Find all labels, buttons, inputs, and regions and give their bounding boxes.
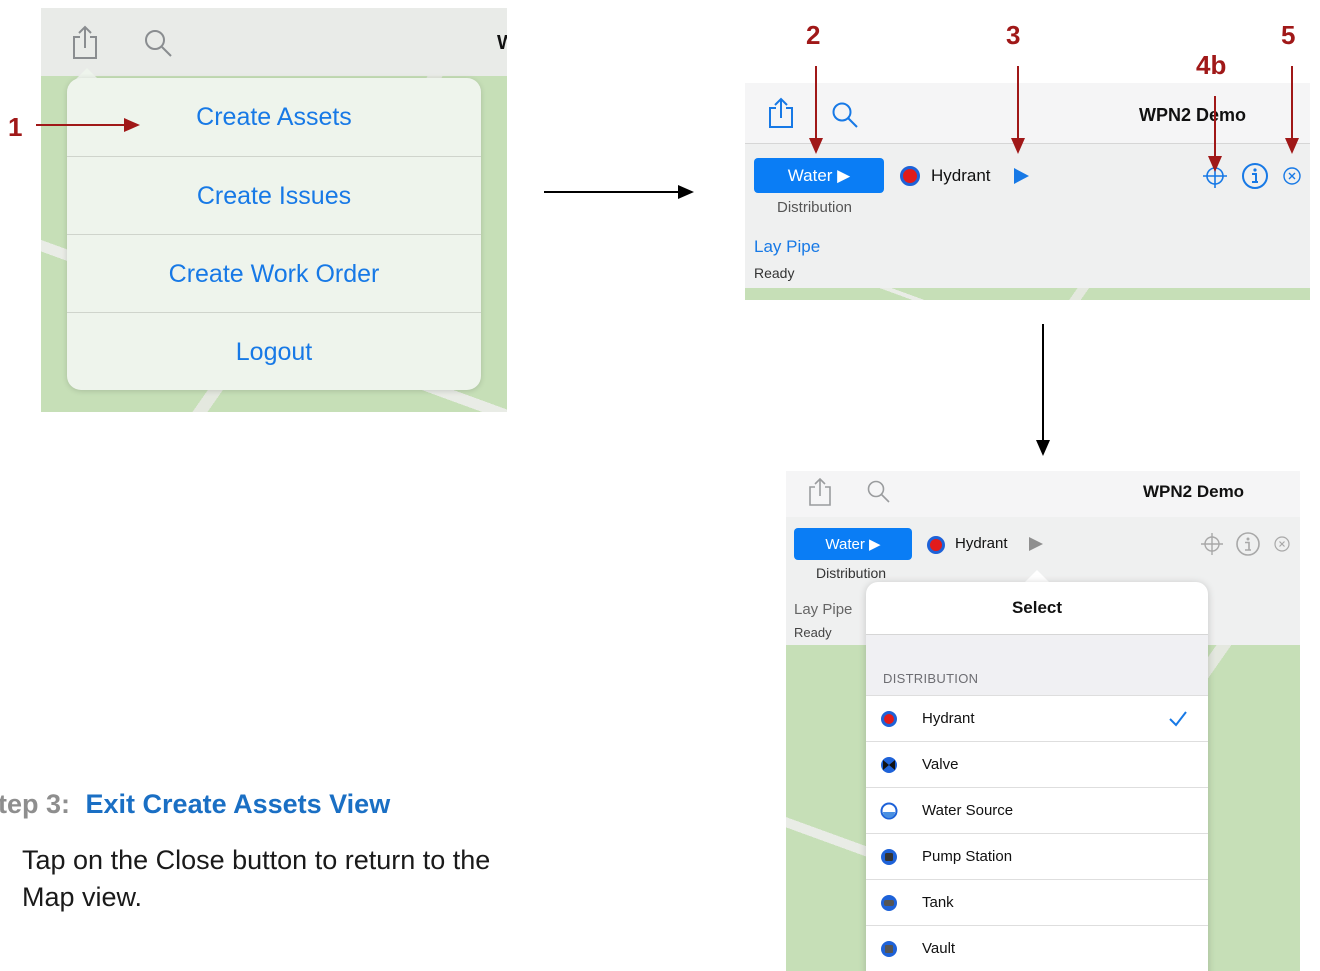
- annotation-1: 1: [8, 112, 23, 142]
- share-icon[interactable]: [71, 24, 99, 60]
- search-icon[interactable]: [866, 479, 890, 503]
- step-body-line-2: Map view.: [22, 882, 143, 912]
- annotation-arrow-4b: [1208, 96, 1222, 172]
- crosshair-icon[interactable]: [1200, 532, 1224, 556]
- section-header-bg: DISTRIBUTION: [866, 635, 1208, 695]
- pump-station-icon: [881, 849, 897, 865]
- close-icon[interactable]: [1282, 166, 1302, 186]
- lay-pipe-link[interactable]: Lay Pipe: [754, 237, 820, 257]
- annotation-arrow-3: [1011, 66, 1025, 154]
- list-item-pump-station[interactable]: Pump Station: [866, 833, 1208, 879]
- search-icon[interactable]: [831, 101, 859, 129]
- list-item-label: Tank: [922, 894, 954, 911]
- list-item-label: Hydrant: [922, 710, 975, 727]
- annotation-arrow-2: [809, 66, 823, 154]
- layer-sublabel: Distribution: [777, 199, 853, 216]
- list-item-label: Vault: [922, 940, 956, 957]
- list-item-hydrant[interactable]: Hydrant: [866, 695, 1208, 741]
- step-heading: tep 3: Exit Create Assets View: [0, 789, 390, 820]
- hydrant-icon: [927, 536, 945, 554]
- asset-type-play-icon[interactable]: [1029, 537, 1043, 551]
- status-text: Ready: [754, 265, 795, 281]
- share-icon[interactable]: [808, 477, 832, 507]
- asset-type-label[interactable]: Hydrant: [955, 535, 1008, 552]
- step-body-line-1: Tap on the Close button to return to the: [22, 845, 491, 875]
- water-source-icon: [880, 802, 898, 820]
- annotation-3: 3: [1006, 20, 1021, 50]
- flow-arrow-right: [544, 185, 694, 199]
- navbar: WPN2 Demo: [786, 471, 1300, 517]
- section-header: DISTRIBUTION: [883, 671, 979, 686]
- step-title: Exit Create Assets View: [85, 789, 391, 819]
- layer-button[interactable]: Water ▶: [794, 528, 912, 560]
- list-item-label: Pump Station: [922, 848, 1013, 865]
- layer-button[interactable]: Water ▶: [754, 158, 884, 193]
- asset-type-popover: Select DISTRIBUTION Hydrant Valve Water …: [866, 582, 1208, 971]
- search-icon[interactable]: [143, 28, 173, 58]
- toolbar: W: [41, 8, 507, 76]
- page-title: WPN2 Demo: [1139, 105, 1247, 125]
- map-strip: [745, 288, 1310, 300]
- lay-pipe-link[interactable]: Lay Pipe: [794, 601, 852, 618]
- step-body: Tap on the Close button to return to the…: [22, 842, 490, 916]
- list-item-vault[interactable]: Vault: [866, 925, 1208, 971]
- share-icon[interactable]: [768, 97, 794, 129]
- vault-icon: [881, 941, 897, 957]
- annotation-arrow-5: [1285, 66, 1299, 154]
- menu-item-create-issues[interactable]: Create Issues: [67, 157, 481, 235]
- menu-screenshot-panel: W Create Assets Create Issues Create Wor…: [41, 8, 507, 412]
- annotation-5: 5: [1281, 20, 1296, 50]
- page-title: WPN2 Demo: [1143, 482, 1245, 501]
- close-icon[interactable]: [1273, 535, 1291, 553]
- checkmark-icon: [1169, 711, 1187, 727]
- asset-type-select-panel: WPN2 Demo Water ▶ Distribution Hydrant L…: [786, 471, 1300, 971]
- step-prefix: tep 3:: [0, 789, 71, 819]
- list-item-water-source[interactable]: Water Source: [866, 787, 1208, 833]
- annotation-2: 2: [806, 20, 821, 50]
- menu-item-create-work-order[interactable]: Create Work Order: [67, 235, 481, 313]
- asset-type-label[interactable]: Hydrant: [931, 166, 991, 186]
- tank-icon: [881, 895, 897, 911]
- create-assets-bar: Water ▶ Distribution Hydrant Lay Pipe Re…: [745, 143, 1310, 288]
- menu-item-logout[interactable]: Logout: [67, 313, 481, 391]
- toolbar-title-partial: W: [497, 32, 507, 54]
- annotation-arrow-1: [36, 118, 140, 132]
- info-icon[interactable]: [1241, 162, 1269, 190]
- list-item-valve[interactable]: Valve: [866, 741, 1208, 787]
- asset-type-play-icon[interactable]: [1014, 168, 1029, 184]
- flow-arrow-down: [1036, 324, 1050, 456]
- list-item-label: Valve: [922, 756, 959, 773]
- list-item-tank[interactable]: Tank: [866, 879, 1208, 925]
- status-text: Ready: [794, 625, 832, 640]
- popover-title: Select: [866, 582, 1208, 635]
- hydrant-icon: [900, 166, 920, 186]
- layer-sublabel: Distribution: [816, 565, 887, 581]
- info-icon[interactable]: [1235, 531, 1261, 557]
- annotation-4b: 4b: [1196, 50, 1227, 80]
- hydrant-icon: [881, 711, 897, 727]
- list-item-label: Water Source: [922, 802, 1014, 819]
- valve-icon: [881, 757, 897, 773]
